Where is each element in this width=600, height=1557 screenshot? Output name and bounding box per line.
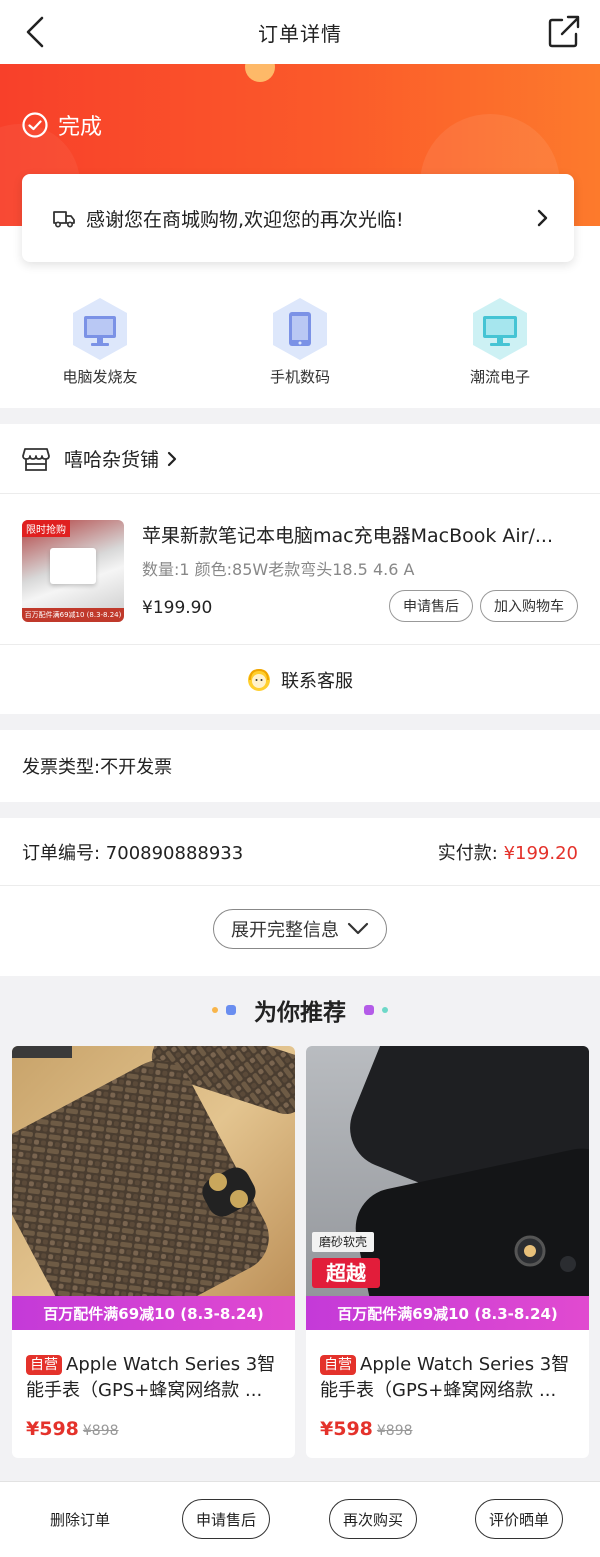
paid-label: 实付款: xyxy=(437,842,498,864)
decor-dot xyxy=(212,1007,218,1013)
recommend-heading: 为你推荐 xyxy=(0,990,600,1030)
order-summary-row: 订单编号: 700890888933 实付款: ¥199.20 xyxy=(0,818,600,886)
expand-info-button[interactable]: 展开完整信息 xyxy=(213,909,387,949)
store-header[interactable]: 嘻哈杂货铺 xyxy=(0,424,600,494)
card-title-text: Apple Watch Series 3智能手表（GPS+蜂窝网络款 ... xyxy=(320,1354,570,1401)
decor-dots-right xyxy=(360,1005,392,1015)
add-to-cart-button[interactable]: 加入购物车 xyxy=(480,590,578,622)
product-spec: 数量:1 颜色:85W老款弯头18.5 4.6 A xyxy=(142,560,415,579)
top-nav-bar: 订单详情 xyxy=(0,0,600,64)
category-label: 潮流电子 xyxy=(469,368,530,386)
store-icon xyxy=(22,447,50,471)
category-item-digital[interactable]: 手机数码 xyxy=(235,296,365,387)
price-current: ¥598 xyxy=(26,1418,79,1440)
paid-value: ¥199.20 xyxy=(503,842,578,864)
share-icon[interactable] xyxy=(548,14,580,48)
rebuy-button[interactable]: 再次购买 xyxy=(329,1499,417,1539)
card-title[interactable]: 自营 Apple Watch Series 3智能手表（GPS+蜂窝网络款 ... xyxy=(320,1352,578,1404)
card-title[interactable]: 自营 Apple Watch Series 3智能手表（GPS+蜂窝网络款 ... xyxy=(26,1352,284,1404)
self-operated-badge: 自营 xyxy=(26,1355,62,1375)
product-thumbnail[interactable]: 限时抢购 百万配件满69减10 (8.3-8.24) xyxy=(22,520,124,622)
decor-dot xyxy=(226,1005,236,1015)
chevron-down-icon xyxy=(347,922,369,935)
monitor-icon xyxy=(69,296,131,362)
thanks-notice-card[interactable]: 感谢您在商城购物,欢迎您的再次光临! xyxy=(22,174,574,262)
status-label: 完成 xyxy=(58,115,103,140)
order-number: 订单编号: 700890888933 xyxy=(22,842,244,864)
self-operated-badge: 自营 xyxy=(320,1355,356,1375)
category-label: 电脑发烧友 xyxy=(62,368,138,386)
category-item-electronics[interactable]: 潮流电子 xyxy=(435,296,565,387)
recommend-card[interactable]: 百万配件满69减10 (8.3-8.24) 自营 Apple Watch Seri… xyxy=(12,1046,295,1458)
bottom-action-bar: 删除订单 申请售后 再次购买 评价晒单 xyxy=(0,1481,600,1557)
product-price: ¥199.90 xyxy=(142,598,213,618)
product-image: 磨砂软壳 超越 xyxy=(306,1046,589,1330)
notice-text: 感谢您在商城购物,欢迎您的再次光临! xyxy=(86,208,404,231)
delete-order-button[interactable]: 删除订单 xyxy=(40,1499,120,1539)
contact-service-button[interactable]: 联系客服 xyxy=(0,644,600,714)
invoice-info: 发票类型:不开发票 xyxy=(0,730,600,802)
category-item-pc[interactable]: 电脑发烧友 xyxy=(35,296,165,387)
product-item[interactable]: 限时抢购 百万配件满69减10 (8.3-8.24) 苹果新款笔记本电脑mac充… xyxy=(0,518,600,642)
invoice-type: 发票类型:不开发票 xyxy=(22,757,173,778)
phone-icon xyxy=(269,296,331,362)
check-circle-icon xyxy=(22,112,48,138)
apply-after-sale-button[interactable]: 申请售后 xyxy=(389,590,473,622)
charger-image xyxy=(50,548,96,584)
after-sale-button[interactable]: 申请售后 xyxy=(182,1499,270,1539)
decor-circle xyxy=(245,64,275,82)
flash-sale-tag: 限时抢购 xyxy=(22,520,70,537)
thumb-promo-strip: 百万配件满69减10 (8.3-8.24) xyxy=(22,608,124,622)
price-current: ¥598 xyxy=(320,1418,373,1440)
order-status: 完成 xyxy=(22,109,102,141)
recommend-card[interactable]: 磨砂软壳 超越 百万配件满69减10 (8.3-8.24) 自营 Apple Wa… xyxy=(306,1046,589,1458)
product-title[interactable]: 苹果新款笔记本电脑mac充电器MacBook Air/... xyxy=(142,521,578,548)
promo-strip: 百万配件满69减10 (8.3-8.24) xyxy=(12,1296,295,1330)
display-icon xyxy=(469,296,531,362)
store-name: 嘻哈杂货铺 xyxy=(64,449,160,471)
order-info: 订单编号: 700890888933 实付款: ¥199.20 展开完整信息 xyxy=(0,818,600,976)
badge-soft-case: 磨砂软壳 xyxy=(319,1235,367,1249)
card-title-text: Apple Watch Series 3智能手表（GPS+蜂窝网络款 ... xyxy=(26,1354,276,1401)
paid-amount: 实付款: ¥199.20 xyxy=(438,839,578,865)
price-original: ¥898 xyxy=(376,1423,413,1439)
customer-service-icon xyxy=(248,668,270,691)
chevron-right-icon xyxy=(537,209,548,227)
chevron-right-icon xyxy=(167,451,177,466)
store-section: 嘻哈杂货铺 限时抢购 百万配件满69减10 (8.3-8.24) 苹果新款笔记本… xyxy=(0,424,600,714)
recommend-title: 为你推荐 xyxy=(254,1000,346,1026)
expand-label: 展开完整信息 xyxy=(231,920,339,941)
back-arrow-icon[interactable] xyxy=(22,16,52,48)
contact-service-label: 联系客服 xyxy=(281,670,353,692)
decor-dot xyxy=(382,1007,388,1013)
product-image xyxy=(12,1046,295,1330)
page-title: 订单详情 xyxy=(258,21,342,46)
decor-dots-left xyxy=(208,1005,240,1015)
delivery-truck-icon xyxy=(53,211,75,228)
order-detail-page: 订单详情 完成 电脑发烧友 手机数码 潮流电子 感谢您在商城购物,欢迎您的再次光… xyxy=(0,0,600,1557)
review-button[interactable]: 评价晒单 xyxy=(475,1499,563,1539)
badge-ultra: 超越 xyxy=(325,1261,367,1285)
card-price: ¥598 ¥898 xyxy=(26,1418,119,1440)
promo-strip: 百万配件满69减10 (8.3-8.24) xyxy=(306,1296,589,1330)
card-price: ¥598 ¥898 xyxy=(320,1418,413,1440)
decor-dot xyxy=(364,1005,374,1015)
price-original: ¥898 xyxy=(82,1423,119,1439)
category-label: 手机数码 xyxy=(269,368,330,386)
